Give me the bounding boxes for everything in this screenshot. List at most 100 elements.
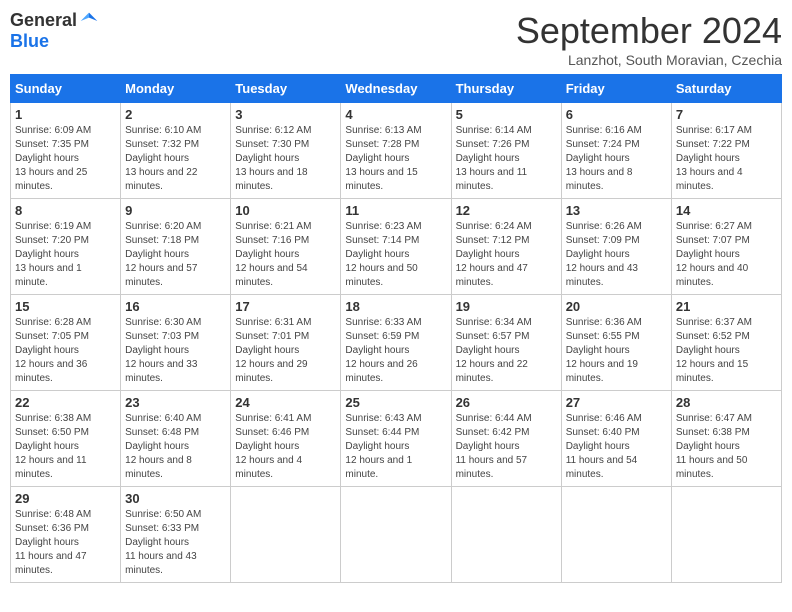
table-row [561, 487, 671, 583]
table-row: 10 Sunrise: 6:21 AM Sunset: 7:16 PM Dayl… [231, 199, 341, 295]
week-row: 1 Sunrise: 6:09 AM Sunset: 7:35 PM Dayli… [11, 103, 782, 199]
location-text: Lanzhot, South Moravian, Czechia [516, 52, 782, 68]
day-number: 30 [125, 491, 226, 506]
day-number: 27 [566, 395, 667, 410]
day-detail: Sunrise: 6:48 AM Sunset: 6:36 PM Dayligh… [15, 508, 116, 578]
table-row [231, 487, 341, 583]
day-detail: Sunrise: 6:31 AM Sunset: 7:01 PM Dayligh… [235, 316, 336, 386]
table-row: 27 Sunrise: 6:46 AM Sunset: 6:40 PM Dayl… [561, 391, 671, 487]
table-row: 22 Sunrise: 6:38 AM Sunset: 6:50 PM Dayl… [11, 391, 121, 487]
day-detail: Sunrise: 6:43 AM Sunset: 6:44 PM Dayligh… [345, 412, 446, 482]
day-detail: Sunrise: 6:40 AM Sunset: 6:48 PM Dayligh… [125, 412, 226, 482]
day-detail: Sunrise: 6:46 AM Sunset: 6:40 PM Dayligh… [566, 412, 667, 482]
day-detail: Sunrise: 6:16 AM Sunset: 7:24 PM Dayligh… [566, 124, 667, 194]
day-number: 10 [235, 203, 336, 218]
table-row: 14 Sunrise: 6:27 AM Sunset: 7:07 PM Dayl… [671, 199, 781, 295]
day-number: 15 [15, 299, 116, 314]
table-row: 19 Sunrise: 6:34 AM Sunset: 6:57 PM Dayl… [451, 295, 561, 391]
day-detail: Sunrise: 6:19 AM Sunset: 7:20 PM Dayligh… [15, 220, 116, 290]
calendar-header-row: Sunday Monday Tuesday Wednesday Thursday… [11, 75, 782, 103]
table-row: 26 Sunrise: 6:44 AM Sunset: 6:42 PM Dayl… [451, 391, 561, 487]
col-friday: Friday [561, 75, 671, 103]
day-number: 16 [125, 299, 226, 314]
table-row: 8 Sunrise: 6:19 AM Sunset: 7:20 PM Dayli… [11, 199, 121, 295]
col-saturday: Saturday [671, 75, 781, 103]
day-number: 7 [676, 107, 777, 122]
logo-icon [79, 11, 99, 31]
day-detail: Sunrise: 6:30 AM Sunset: 7:03 PM Dayligh… [125, 316, 226, 386]
month-title: September 2024 [516, 10, 782, 52]
day-detail: Sunrise: 6:28 AM Sunset: 7:05 PM Dayligh… [15, 316, 116, 386]
table-row: 28 Sunrise: 6:47 AM Sunset: 6:38 PM Dayl… [671, 391, 781, 487]
week-row: 15 Sunrise: 6:28 AM Sunset: 7:05 PM Dayl… [11, 295, 782, 391]
header: General Blue September 2024 Lanzhot, Sou… [10, 10, 782, 68]
day-number: 11 [345, 203, 446, 218]
week-row: 29 Sunrise: 6:48 AM Sunset: 6:36 PM Dayl… [11, 487, 782, 583]
table-row: 18 Sunrise: 6:33 AM Sunset: 6:59 PM Dayl… [341, 295, 451, 391]
day-number: 12 [456, 203, 557, 218]
table-row: 16 Sunrise: 6:30 AM Sunset: 7:03 PM Dayl… [121, 295, 231, 391]
day-number: 5 [456, 107, 557, 122]
day-detail: Sunrise: 6:37 AM Sunset: 6:52 PM Dayligh… [676, 316, 777, 386]
day-number: 20 [566, 299, 667, 314]
day-detail: Sunrise: 6:41 AM Sunset: 6:46 PM Dayligh… [235, 412, 336, 482]
day-detail: Sunrise: 6:23 AM Sunset: 7:14 PM Dayligh… [345, 220, 446, 290]
title-area: September 2024 Lanzhot, South Moravian, … [516, 10, 782, 68]
table-row: 13 Sunrise: 6:26 AM Sunset: 7:09 PM Dayl… [561, 199, 671, 295]
day-detail: Sunrise: 6:38 AM Sunset: 6:50 PM Dayligh… [15, 412, 116, 482]
week-row: 8 Sunrise: 6:19 AM Sunset: 7:20 PM Dayli… [11, 199, 782, 295]
col-monday: Monday [121, 75, 231, 103]
table-row: 30 Sunrise: 6:50 AM Sunset: 6:33 PM Dayl… [121, 487, 231, 583]
logo-general-text: General [10, 10, 77, 31]
day-detail: Sunrise: 6:14 AM Sunset: 7:26 PM Dayligh… [456, 124, 557, 194]
table-row: 15 Sunrise: 6:28 AM Sunset: 7:05 PM Dayl… [11, 295, 121, 391]
table-row [451, 487, 561, 583]
day-number: 3 [235, 107, 336, 122]
day-detail: Sunrise: 6:24 AM Sunset: 7:12 PM Dayligh… [456, 220, 557, 290]
day-number: 24 [235, 395, 336, 410]
day-detail: Sunrise: 6:34 AM Sunset: 6:57 PM Dayligh… [456, 316, 557, 386]
day-detail: Sunrise: 6:10 AM Sunset: 7:32 PM Dayligh… [125, 124, 226, 194]
day-detail: Sunrise: 6:50 AM Sunset: 6:33 PM Dayligh… [125, 508, 226, 578]
col-wednesday: Wednesday [341, 75, 451, 103]
day-detail: Sunrise: 6:21 AM Sunset: 7:16 PM Dayligh… [235, 220, 336, 290]
table-row: 17 Sunrise: 6:31 AM Sunset: 7:01 PM Dayl… [231, 295, 341, 391]
table-row: 23 Sunrise: 6:40 AM Sunset: 6:48 PM Dayl… [121, 391, 231, 487]
table-row: 25 Sunrise: 6:43 AM Sunset: 6:44 PM Dayl… [341, 391, 451, 487]
table-row: 4 Sunrise: 6:13 AM Sunset: 7:28 PM Dayli… [341, 103, 451, 199]
day-detail: Sunrise: 6:26 AM Sunset: 7:09 PM Dayligh… [566, 220, 667, 290]
table-row: 21 Sunrise: 6:37 AM Sunset: 6:52 PM Dayl… [671, 295, 781, 391]
col-tuesday: Tuesday [231, 75, 341, 103]
day-number: 4 [345, 107, 446, 122]
day-number: 18 [345, 299, 446, 314]
day-number: 8 [15, 203, 116, 218]
day-number: 19 [456, 299, 557, 314]
day-number: 13 [566, 203, 667, 218]
day-number: 23 [125, 395, 226, 410]
day-detail: Sunrise: 6:09 AM Sunset: 7:35 PM Dayligh… [15, 124, 116, 194]
day-detail: Sunrise: 6:13 AM Sunset: 7:28 PM Dayligh… [345, 124, 446, 194]
table-row: 2 Sunrise: 6:10 AM Sunset: 7:32 PM Dayli… [121, 103, 231, 199]
day-number: 29 [15, 491, 116, 506]
table-row: 20 Sunrise: 6:36 AM Sunset: 6:55 PM Dayl… [561, 295, 671, 391]
table-row [671, 487, 781, 583]
day-number: 1 [15, 107, 116, 122]
day-number: 6 [566, 107, 667, 122]
day-number: 9 [125, 203, 226, 218]
table-row: 24 Sunrise: 6:41 AM Sunset: 6:46 PM Dayl… [231, 391, 341, 487]
col-sunday: Sunday [11, 75, 121, 103]
table-row [341, 487, 451, 583]
calendar: Sunday Monday Tuesday Wednesday Thursday… [10, 74, 782, 583]
day-detail: Sunrise: 6:36 AM Sunset: 6:55 PM Dayligh… [566, 316, 667, 386]
table-row: 6 Sunrise: 6:16 AM Sunset: 7:24 PM Dayli… [561, 103, 671, 199]
week-row: 22 Sunrise: 6:38 AM Sunset: 6:50 PM Dayl… [11, 391, 782, 487]
col-thursday: Thursday [451, 75, 561, 103]
day-detail: Sunrise: 6:47 AM Sunset: 6:38 PM Dayligh… [676, 412, 777, 482]
day-number: 28 [676, 395, 777, 410]
day-number: 21 [676, 299, 777, 314]
table-row: 9 Sunrise: 6:20 AM Sunset: 7:18 PM Dayli… [121, 199, 231, 295]
table-row: 29 Sunrise: 6:48 AM Sunset: 6:36 PM Dayl… [11, 487, 121, 583]
day-number: 22 [15, 395, 116, 410]
logo: General Blue [10, 10, 99, 52]
logo-blue-text: Blue [10, 31, 49, 52]
